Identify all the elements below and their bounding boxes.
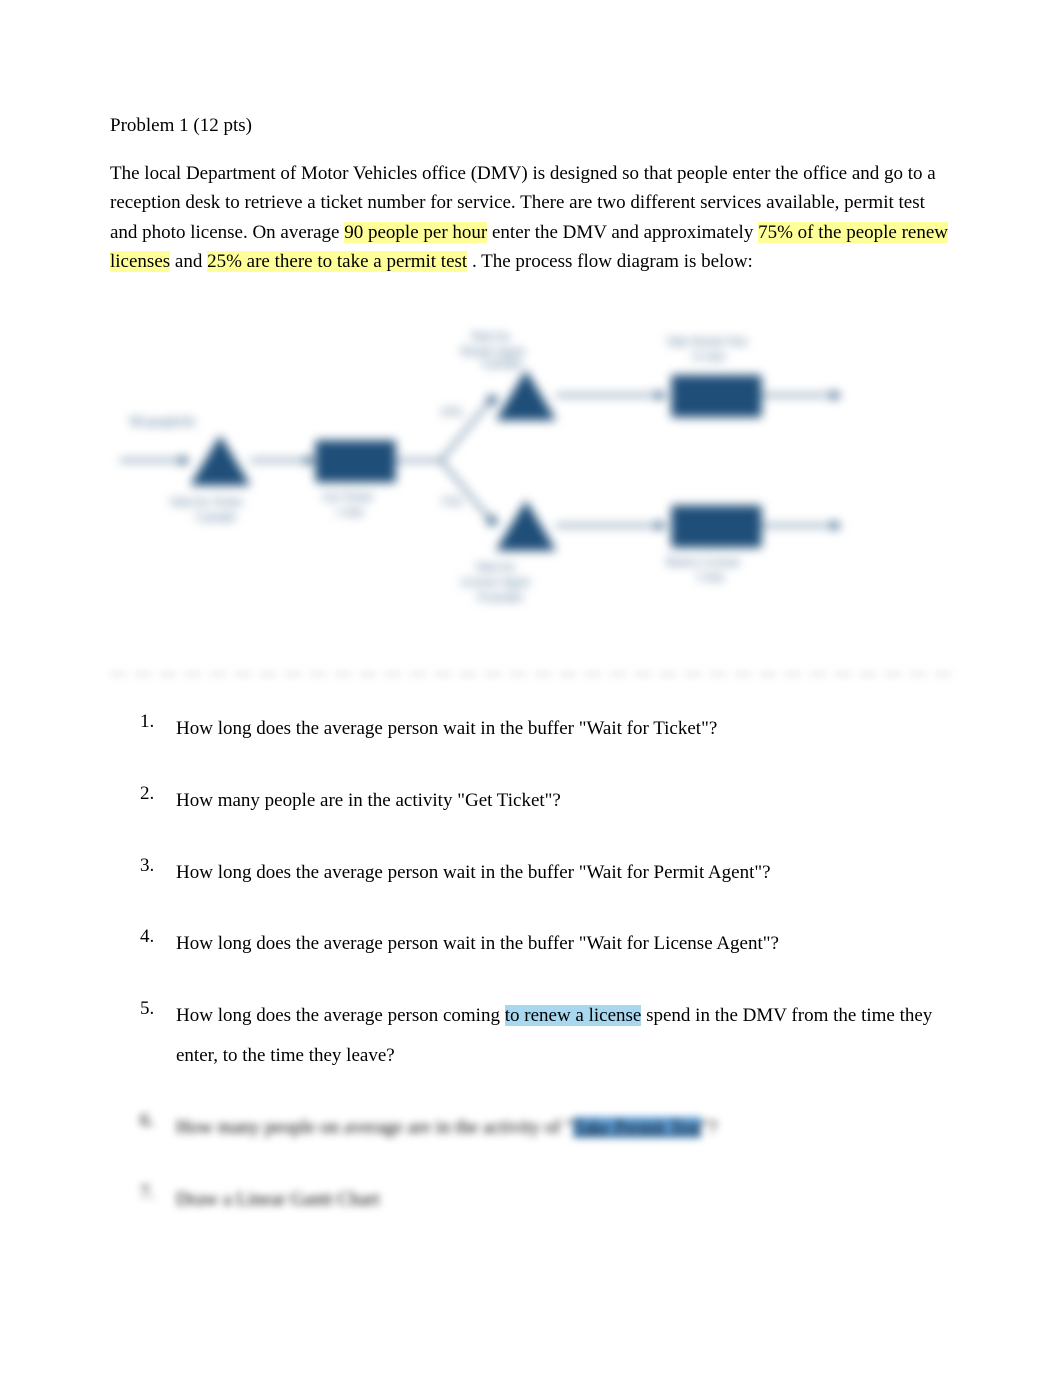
buffer-license-label2: License Agent bbox=[461, 574, 531, 588]
q6-highlight: Take Permit Test bbox=[573, 1117, 701, 1138]
question-1: 1. How long does the average person wait… bbox=[140, 709, 952, 749]
q5-pre: How long does the average person coming bbox=[176, 1005, 505, 1026]
intro-text-mid2: and bbox=[170, 251, 207, 272]
q6-pre: How many people on average are in the ac… bbox=[176, 1117, 573, 1138]
question-2: 2. How many people are in the activity "… bbox=[140, 781, 952, 821]
buffer-permit-count: 3 people bbox=[481, 356, 522, 370]
split-permit-pct: 25% bbox=[441, 404, 463, 418]
q2-text: How many people are in the activity "Get… bbox=[176, 781, 952, 821]
q4-text: How long does the average person wait in… bbox=[176, 924, 952, 964]
process-flow-diagram: 90 people/hr Wait for Ticket 5 people Ge… bbox=[110, 305, 952, 635]
get-ticket-time: 1 min bbox=[336, 504, 364, 518]
flow-diagram-svg: 90 people/hr Wait for Ticket 5 people Ge… bbox=[110, 305, 952, 636]
question-7: 7. Draw a Linear Gantt Chart bbox=[140, 1180, 952, 1220]
highlight-people-per-hour: 90 people per hour bbox=[344, 222, 487, 243]
renew-license-time: 5 min bbox=[696, 569, 724, 583]
permit-test-label: Take Permit Test bbox=[666, 334, 748, 348]
q7-text: Draw a Linear Gantt Chart bbox=[176, 1180, 952, 1220]
question-4: 4. How long does the average person wait… bbox=[140, 924, 952, 964]
intro-text-mid1: enter the DMV and approximately bbox=[487, 222, 758, 243]
permit-test-time: 15 min bbox=[691, 349, 725, 363]
q7-number: 7. bbox=[140, 1180, 176, 1220]
problem-title: Problem 1 (12 pts) bbox=[110, 115, 952, 137]
q1-number: 1. bbox=[140, 709, 176, 749]
buffer-ticket-label: Wait for Ticket bbox=[170, 494, 243, 508]
q6-post: "? bbox=[701, 1117, 717, 1138]
buffer-ticket-count: 5 people bbox=[195, 509, 236, 523]
entry-label: 90 people/hr bbox=[130, 413, 196, 428]
buffer-permit-label1: Wait for bbox=[471, 329, 510, 343]
q5-number: 5. bbox=[140, 996, 176, 1076]
q6-text: How many people on average are in the ac… bbox=[176, 1108, 952, 1148]
question-6: 6. How many people on average are in the… bbox=[140, 1108, 952, 1148]
question-5: 5. How long does the average person comi… bbox=[140, 996, 952, 1076]
renew-license-label: Renew License bbox=[666, 554, 740, 568]
q3-number: 3. bbox=[140, 853, 176, 893]
q2-number: 2. bbox=[140, 781, 176, 821]
buffer-license-label1: Wait for bbox=[476, 559, 515, 573]
blurred-divider: — — — — — — — — — — — — — — — — — — — — … bbox=[110, 665, 952, 683]
intro-paragraph: The local Department of Motor Vehicles o… bbox=[110, 159, 952, 277]
q6-number: 6. bbox=[140, 1108, 176, 1148]
highlight-permit-test: 25% are there to take a permit test bbox=[207, 251, 467, 272]
questions-list: 1. How long does the average person wait… bbox=[110, 709, 952, 1220]
q4-number: 4. bbox=[140, 924, 176, 964]
intro-text-mid3: . The process flow diagram is below: bbox=[467, 251, 753, 272]
q1-text: How long does the average person wait in… bbox=[176, 709, 952, 749]
q5-text: How long does the average person coming … bbox=[176, 996, 952, 1076]
question-3: 3. How long does the average person wait… bbox=[140, 853, 952, 893]
buffer-license-count: 10 people bbox=[476, 589, 523, 603]
q3-text: How long does the average person wait in… bbox=[176, 853, 952, 893]
get-ticket-label: Get Ticket bbox=[323, 489, 374, 503]
q5-highlight: to renew a license bbox=[505, 1005, 642, 1026]
split-license-pct: 75% bbox=[441, 494, 463, 508]
